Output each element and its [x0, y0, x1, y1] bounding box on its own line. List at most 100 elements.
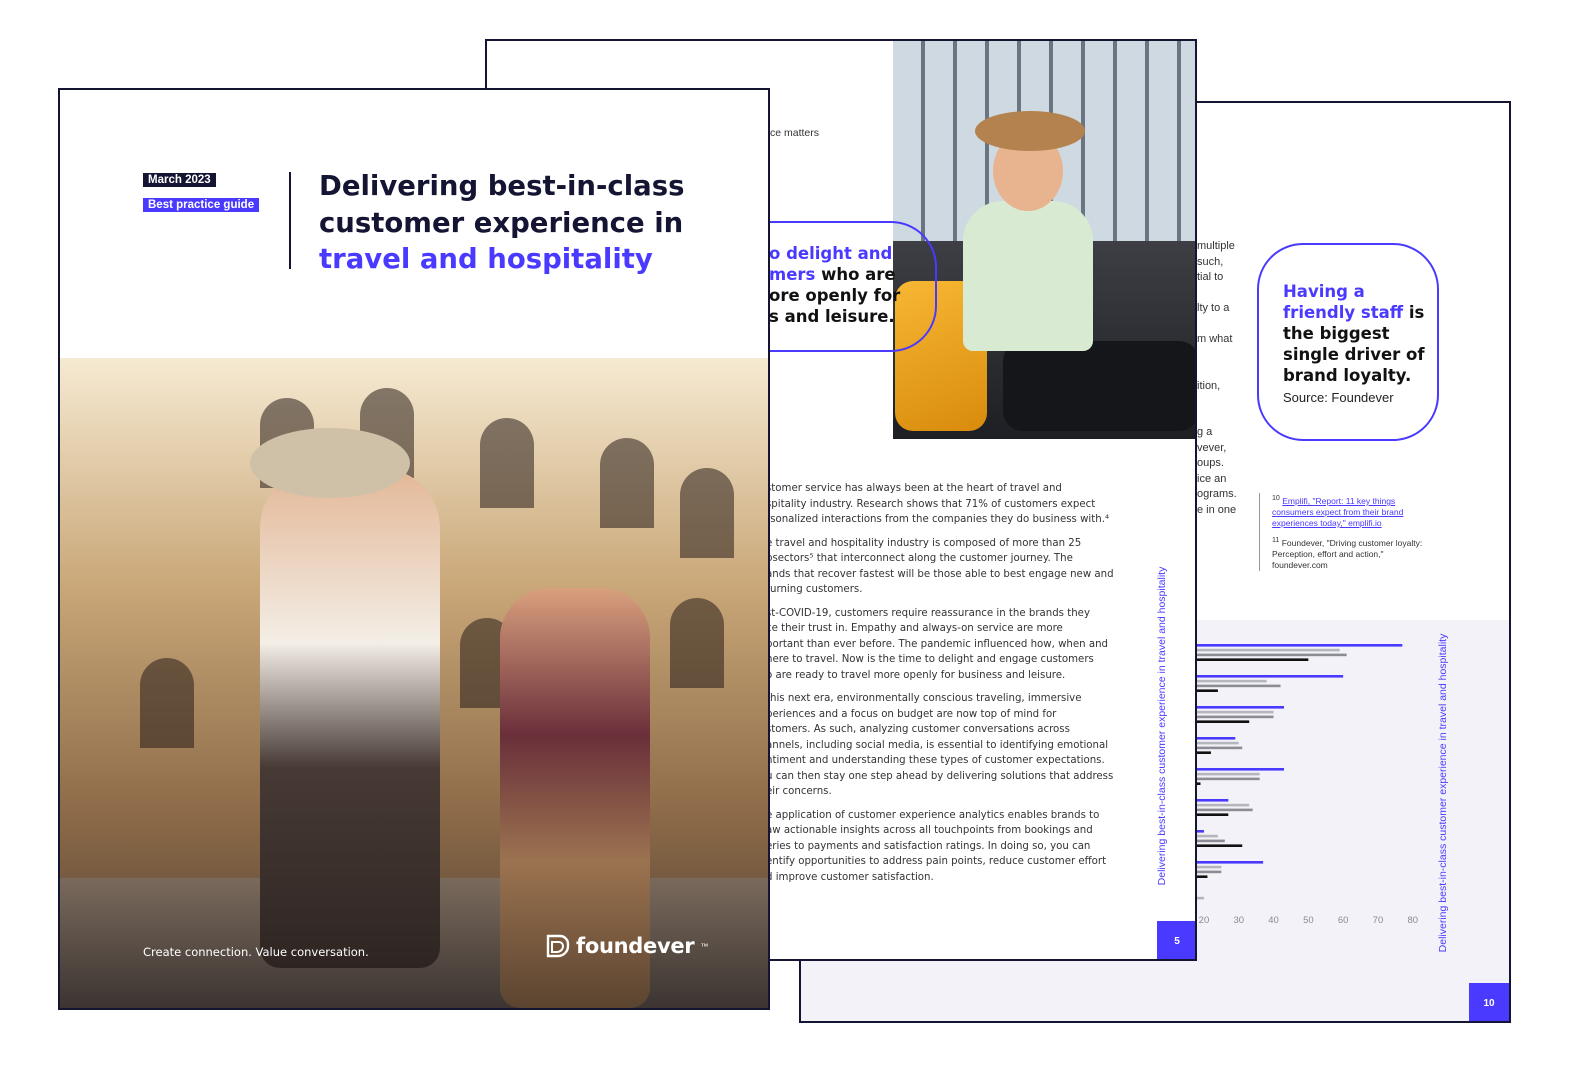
photo-person-shape [963, 201, 1093, 351]
clipped-text-line [1197, 317, 1257, 333]
chart-x-tick-label: 50 [1303, 915, 1314, 926]
chart-bar [1197, 715, 1274, 719]
side-running-title: Delivering best-in-class customer experi… [1152, 567, 1172, 886]
footnotes: 10 Emplifi, "Report: 11 key things consu… [1259, 493, 1429, 571]
body-line: stomer service has always been at the he… [766, 483, 1062, 494]
callout-line-2-accent: mers [769, 265, 816, 284]
clipped-text-line: lty to a [1197, 302, 1230, 314]
chart-x-tick-label: 20 [1199, 915, 1210, 926]
title-divider [289, 172, 291, 269]
chart-bar [1197, 830, 1204, 833]
chart-bar [1197, 679, 1267, 683]
clipped-text-line: g a [1197, 426, 1213, 438]
clipped-text-line [1197, 363, 1257, 379]
clipped-text-line [1197, 394, 1257, 410]
chart-bar [1197, 737, 1236, 740]
chart-bar [1197, 675, 1344, 678]
chart-bar [1197, 684, 1281, 688]
quote-callout: Having a friendly staff is the biggest s… [1257, 243, 1439, 441]
photo-woman-shape [260, 468, 440, 968]
chart-bar [1197, 653, 1347, 657]
body-line: entify opportunities to address pain poi… [766, 856, 1107, 867]
title-line-1: Delivering best-in-class [319, 170, 685, 202]
body-line: this next era, environmentally conscious… [766, 693, 1082, 704]
chart-bar [1197, 875, 1208, 878]
footnote-number: 11 [1272, 535, 1280, 544]
body-text: stomer service has always been at the he… [766, 481, 1126, 893]
body-line: annels, including social media, is essen… [766, 739, 1109, 751]
clipped-text-line [1197, 286, 1257, 302]
body-line: e travel and hospitality industry is com… [766, 537, 1082, 549]
footnote-text: Foundever, "Driving customer loyalty: Pe… [1272, 537, 1423, 570]
trademark-mark: ™ [700, 941, 709, 951]
footnote-10: 10 Emplifi, "Report: 11 key things consu… [1272, 493, 1429, 529]
body-line: portant than ever before. The pandemic i… [766, 638, 1109, 650]
footnote-number: 10 [1272, 494, 1280, 502]
chart-bar [1197, 777, 1260, 781]
chart-bar [1197, 746, 1243, 750]
quote-text: Having a friendly staff is the biggest s… [1283, 281, 1427, 386]
chart-bar [1197, 710, 1274, 714]
body-line: spitality industry. Research shows that … [766, 498, 1096, 510]
side-title-text: Delivering best-in-class customer experi… [1437, 633, 1449, 953]
chart-bar [1197, 844, 1243, 847]
body-line: periences and a focus on budget are now … [766, 708, 1057, 720]
clipped-text-line: m what [1197, 333, 1233, 345]
chart-x-tick-label: 30 [1233, 915, 1244, 926]
photo-arch-shape [600, 438, 654, 528]
chart-x-tick-label: 40 [1268, 915, 1279, 926]
callout-line-4: s and leisure. [769, 307, 895, 326]
body-paragraph: e travel and hospitality industry is com… [766, 536, 1126, 598]
report-cover-page: March 2023 Best practice guide Deliverin… [58, 88, 770, 1010]
guide-type-badge: Best practice guide [143, 198, 260, 212]
chart-bar [1197, 782, 1201, 785]
clipped-text-line: ograms. [1197, 488, 1237, 500]
chart-bar [1197, 813, 1229, 816]
chart-bar [1197, 834, 1218, 838]
page-number-badge: 10 [1469, 983, 1509, 1021]
side-running-title: Delivering best-in-class customer experi… [1433, 634, 1453, 953]
clipped-heading-text: ce matters [770, 127, 820, 139]
brand-name: foundever [576, 934, 695, 958]
clipped-text-line: ice an [1197, 472, 1227, 485]
photo-arch-shape [480, 418, 534, 508]
page-number-badge: 5 [1157, 921, 1195, 959]
quote-accent: Having a friendly staff [1283, 282, 1404, 322]
chart-bar [1197, 706, 1284, 709]
clipped-text-line: e in one [1197, 503, 1237, 516]
chart-bar [1197, 839, 1225, 843]
photo-hat-shape [250, 428, 410, 498]
photo-arch-shape [140, 658, 194, 748]
body-line: u can then stay one step ahead by delive… [766, 770, 1114, 782]
body-line: eir concerns. [766, 786, 832, 797]
body-line: stomers. As such, analyzing customer con… [766, 724, 1070, 735]
chart-bar [1197, 648, 1340, 652]
chart-bar [1197, 689, 1218, 692]
clipped-text-line: multiple [1197, 240, 1235, 252]
chart-bar [1197, 751, 1211, 754]
callout-text: o delight and mers who are ore openly fo… [769, 243, 939, 327]
footnote-11: 11 Foundever, "Driving customer loyalty:… [1272, 535, 1429, 571]
chart-x-tick-label: 70 [1373, 915, 1384, 926]
brand-tagline: Create connection. Value conversation. [143, 945, 369, 959]
clipped-body-text: multiple such, tial to lty to a m what iti… [1197, 239, 1257, 518]
body-line: turning customers. [766, 584, 863, 595]
chart-bar [1197, 772, 1260, 776]
body-line: ands that recover fastest will be those … [766, 568, 1114, 580]
clipped-text-line: oups. [1197, 457, 1224, 469]
body-line: ce their trust in. Empathy and always-on… [766, 623, 1063, 634]
clipped-text-line: vever, [1197, 441, 1227, 454]
callout-line-2: mers who are [769, 264, 939, 285]
body-line: here to travel. Now is the time to delig… [766, 654, 1094, 665]
brand-lockup: foundever ™ [542, 932, 708, 960]
cover-title: Delivering best-in-class customer experi… [319, 168, 684, 278]
body-line: e application of customer experience ana… [766, 809, 1100, 821]
clipped-text-line [1197, 348, 1257, 364]
clipped-text-line: tial to [1197, 271, 1224, 283]
chart-bar [1197, 803, 1250, 807]
callout-line-1: o delight and [769, 244, 893, 263]
chart-bar [1197, 644, 1403, 647]
footnote-link[interactable]: Emplifi, "Report: 11 key things consumer… [1272, 496, 1403, 528]
date-badge: March 2023 [143, 173, 216, 187]
clipped-text-line: ition, [1197, 379, 1221, 392]
